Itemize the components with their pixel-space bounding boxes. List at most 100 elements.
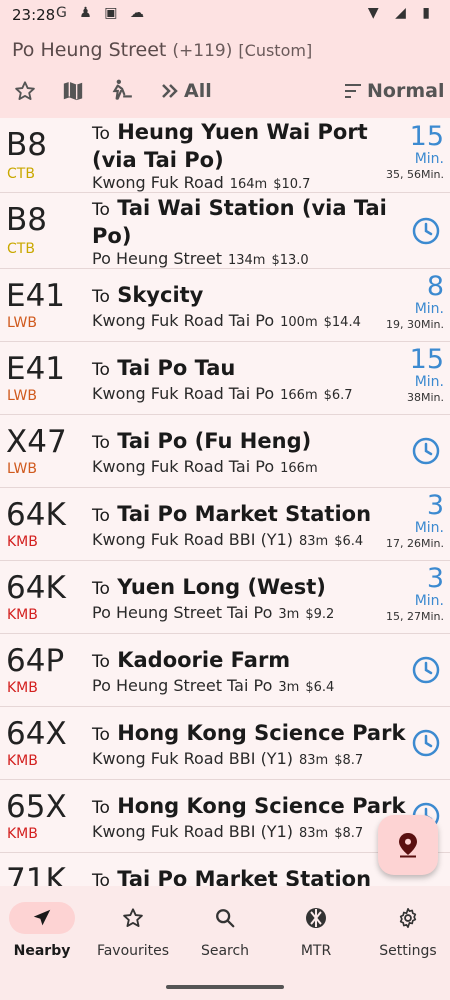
route-row[interactable]: E41 LWB To Tai Po Tau Kwong Fuk Road Tai… [0,342,450,415]
walking-filter-button[interactable] [108,76,134,106]
company-label: KMB [7,753,38,769]
map-icon [63,81,83,101]
company-label: KMB [7,680,38,696]
eta: 3 Min. 17, 26Min. [385,490,444,551]
destination: To Tai Wai Station (via Tai Po) [92,196,387,248]
schedule-clock-icon [412,437,440,465]
search-icon [180,902,270,934]
nav-settings[interactable]: Settings [363,902,450,959]
company-label: LWB [7,461,37,477]
status-notification-icons: G ♟ ▣ ☁ [56,5,148,21]
schedule-clock-icon [412,729,440,757]
map-button[interactable] [62,76,84,106]
route-number: 64K [6,497,66,533]
company-label: KMB [7,607,38,623]
all-filter-label: All [184,80,212,102]
stop-info: Po Heung Street Tai Po 3m $6.4 [92,676,335,695]
stop-info: Kwong Fuk Road BBI (Y1) 83m $8.7 [92,822,364,841]
nav-mtr[interactable]: MTR [271,902,361,959]
mtr-logo-icon [271,902,361,934]
route-number: B8 [6,127,47,163]
route-row[interactable]: E41 LWB To Skycity Kwong Fuk Road Tai Po… [0,269,450,342]
route-number: 64P [6,643,65,679]
custom-tag: [Custom] [238,41,313,60]
destination: To Tai Po (Fu Heng) [92,429,312,453]
stop-info: Kwong Fuk Road 164m $10.7 [92,173,311,192]
eta: 15 Min. 35, 56Min. [385,121,444,182]
stop-info: Kwong Fuk Road BBI (Y1) 83m $6.4 [92,530,364,549]
destination: To Kadoorie Farm [92,648,291,672]
star-outline-icon [15,81,35,100]
stop-info: Po Heung Street Tai Po 3m $9.2 [92,603,335,622]
eta: 8 Min. 19, 30Min. [385,271,444,332]
favourite-star-button[interactable] [14,76,36,106]
status-system-icons: ▼ ◢ ▮ [367,5,436,21]
nav-label: MTR [300,943,332,959]
route-row[interactable]: X47 LWB To Tai Po (Fu Heng) Kwong Fuk Ro… [0,415,450,488]
company-label: KMB [7,534,38,550]
gear-icon [363,902,450,934]
app-bar: Po Heung Street (+119) [Custom] All Norm… [0,30,450,118]
route-row[interactable]: 64P KMB To Kadoorie Farm Po Heung Street… [0,634,450,707]
nav-label: Search [200,943,250,959]
all-filter-button[interactable]: All [160,76,212,106]
destination: To Yuen Long (West) [92,575,326,599]
route-list: B8 CTB To Heung Yuen Wai Port (via Tai P… [0,118,450,886]
eta: 15 Min. 38Min. [406,344,444,405]
status-time: 23:28 [12,6,56,24]
stop-info: Kwong Fuk Road Tai Po 100m $14.4 [92,311,361,330]
sort-button[interactable]: Normal [343,76,444,106]
route-count: (+119) [172,41,233,61]
stop-info: Kwong Fuk Road Tai Po 166m $6.7 [92,384,353,403]
eta: 3 Min. 15, 27Min. [385,563,444,624]
destination: To Hong Kong Science Park [92,721,406,745]
sort-label: Normal [367,80,445,102]
sort-icon [345,84,361,98]
status-bar: 23:28 G ♟ ▣ ☁ ▼ ◢ ▮ [0,0,450,30]
schedule-clock-icon [412,656,440,684]
route-number: E41 [6,351,66,387]
destination: To Heung Yuen Wai Port (via Tai Po) [92,120,368,172]
stop-name: Po Heung Street [12,39,167,61]
nav-nearby[interactable]: Nearby [0,902,87,959]
route-row[interactable]: 64X KMB To Hong Kong Science Park Kwong … [0,707,450,780]
schedule-clock-icon [412,217,440,245]
home-indicator[interactable] [166,985,284,989]
stop-info: Kwong Fuk Road BBI (Y1) 83m $8.7 [92,749,364,768]
route-number: 64K [6,570,66,606]
walking-icon [112,79,132,100]
location-pin-icon [399,833,417,858]
location-fab-button[interactable] [378,815,438,875]
star-icon [88,902,178,934]
route-number: E41 [6,278,66,314]
route-number: 64X [6,716,67,752]
destination: To Tai Po Tau [92,356,236,380]
nav-label: Settings [379,943,437,959]
nav-search[interactable]: Search [180,902,270,959]
page-title: Po Heung Street (+119) [Custom] [12,39,312,61]
destination: To Tai Po Market Station [92,502,372,526]
nav-label: Favourites [96,943,170,959]
stop-info: Po Heung Street 134m $13.0 [92,249,309,268]
nav-favourites[interactable]: Favourites [88,902,178,959]
double-chevron-icon [162,84,178,98]
destination: To Hong Kong Science Park [92,794,406,818]
route-row[interactable]: 64K KMB To Yuen Long (West) Po Heung Str… [0,561,450,634]
route-number: X47 [6,424,67,460]
destination: To Skycity [92,283,204,307]
route-number: 65X [6,789,67,825]
company-label: LWB [7,388,37,404]
company-label: LWB [7,315,37,331]
company-label: KMB [7,826,38,842]
destination: To Tai Po Market Station [92,867,372,886]
route-row[interactable]: 64K KMB To Tai Po Market Station Kwong F… [0,488,450,561]
stop-info: Kwong Fuk Road Tai Po 166m [92,457,318,476]
bottom-navigation: Nearby Favourites Search MTR Settings [0,886,450,1000]
route-number: B8 [6,202,47,238]
company-label: CTB [7,241,35,257]
route-number: 71K [6,862,66,886]
nav-label: Nearby [13,943,71,959]
route-row[interactable]: B8 CTB To Heung Yuen Wai Port (via Tai P… [0,118,450,193]
company-label: CTB [7,166,35,182]
route-row[interactable]: B8 CTB To Tai Wai Station (via Tai Po) P… [0,193,450,269]
